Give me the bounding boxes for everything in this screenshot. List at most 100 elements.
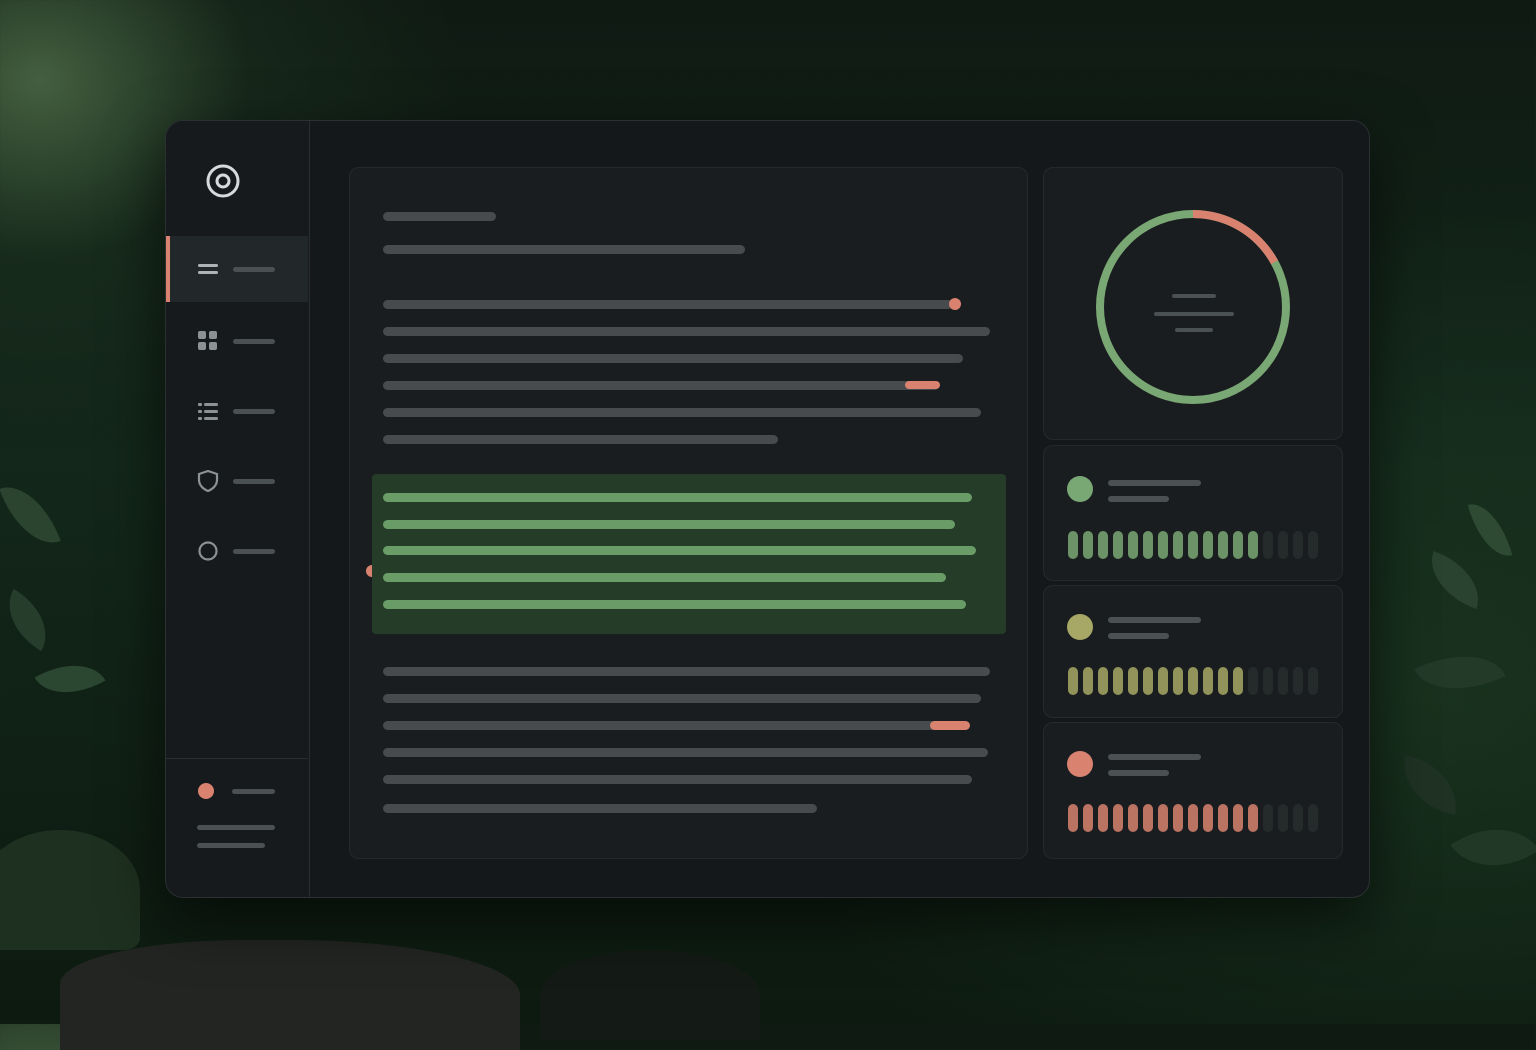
meter-segment-filled bbox=[1143, 667, 1153, 695]
meter-segment-empty bbox=[1278, 667, 1288, 695]
meter-segment-empty bbox=[1308, 667, 1318, 695]
text-line bbox=[383, 804, 817, 813]
sidebar-item-status[interactable] bbox=[166, 518, 308, 584]
meter-segment-filled bbox=[1113, 667, 1123, 695]
meter-segment-filled bbox=[1098, 804, 1108, 832]
stat-indicator bbox=[1067, 614, 1093, 640]
grid-icon bbox=[197, 330, 219, 352]
sidebar-item-document[interactable] bbox=[166, 236, 308, 302]
list-icon bbox=[197, 400, 219, 422]
highlighted-passage[interactable] bbox=[372, 474, 1006, 634]
stat-indicator bbox=[1067, 476, 1093, 502]
stat-card[interactable] bbox=[1043, 445, 1343, 581]
moss-rock bbox=[0, 830, 140, 950]
meter-segment-filled bbox=[1233, 804, 1243, 832]
leaf-decoration bbox=[34, 647, 106, 711]
target-icon[interactable] bbox=[206, 164, 240, 198]
meter-segment-filled bbox=[1143, 804, 1153, 832]
comment-marker[interactable] bbox=[949, 298, 961, 310]
meter-segment-filled bbox=[1128, 531, 1138, 559]
meter-segment-empty bbox=[1278, 804, 1288, 832]
text-line bbox=[383, 667, 990, 676]
app-window bbox=[165, 120, 1370, 898]
meter-segment-empty bbox=[1278, 531, 1288, 559]
sidebar-item-label bbox=[233, 548, 275, 554]
user-detail bbox=[197, 825, 275, 830]
meter-segment-empty bbox=[1293, 667, 1303, 695]
sidebar-item-list[interactable] bbox=[166, 378, 308, 444]
leaf-decoration bbox=[0, 475, 61, 555]
leaf-decoration bbox=[0, 588, 62, 652]
ring-center-line bbox=[1175, 328, 1213, 332]
text-line bbox=[383, 435, 778, 444]
sidebar-item-security[interactable] bbox=[166, 448, 308, 514]
leaf-decoration bbox=[1414, 635, 1506, 710]
text-line bbox=[383, 300, 953, 309]
meter-segment-filled bbox=[1173, 667, 1183, 695]
rock bbox=[540, 950, 760, 1040]
ring-center-line bbox=[1172, 294, 1216, 298]
meter-segment-filled bbox=[1158, 667, 1168, 695]
text-line bbox=[383, 721, 968, 730]
meter-segment-filled bbox=[1218, 531, 1228, 559]
user-detail bbox=[197, 843, 265, 848]
leaf-decoration bbox=[1467, 497, 1513, 563]
sidebar-item-label bbox=[233, 408, 275, 414]
comment-highlight[interactable] bbox=[905, 381, 940, 389]
menu-icon bbox=[197, 258, 219, 280]
meter-segment-filled bbox=[1188, 804, 1198, 832]
meter-segment-filled bbox=[1083, 804, 1093, 832]
meter-segment-filled bbox=[1113, 804, 1123, 832]
meter-segment-empty bbox=[1308, 804, 1318, 832]
meter-segment-filled bbox=[1113, 531, 1123, 559]
meter-segment-filled bbox=[1203, 531, 1213, 559]
meter-segment-filled bbox=[1218, 804, 1228, 832]
stat-card[interactable] bbox=[1043, 585, 1343, 718]
meter-segment-empty bbox=[1248, 667, 1258, 695]
text-line bbox=[383, 408, 981, 417]
meter-segment-filled bbox=[1173, 531, 1183, 559]
leaf-decoration bbox=[1450, 804, 1536, 891]
stat-card[interactable] bbox=[1043, 722, 1343, 859]
stat-sublabel bbox=[1108, 496, 1169, 502]
meter-segment-filled bbox=[1098, 667, 1108, 695]
user-name bbox=[232, 789, 275, 794]
meter-segment-filled bbox=[1233, 667, 1243, 695]
highlighted-line bbox=[383, 600, 966, 609]
comment-highlight[interactable] bbox=[930, 721, 970, 730]
stat-sublabel bbox=[1108, 633, 1169, 639]
highlighted-line bbox=[383, 520, 955, 529]
text-line bbox=[383, 327, 990, 336]
stat-bar-meter bbox=[1068, 804, 1318, 832]
progress-ring-card[interactable] bbox=[1043, 167, 1343, 440]
highlighted-line bbox=[383, 493, 972, 502]
meter-segment-empty bbox=[1293, 531, 1303, 559]
meter-segment-filled bbox=[1143, 531, 1153, 559]
stat-bar-meter bbox=[1068, 667, 1318, 695]
text-line bbox=[383, 354, 963, 363]
meter-segment-empty bbox=[1263, 531, 1273, 559]
document-title bbox=[383, 212, 496, 221]
status-dot bbox=[198, 783, 214, 799]
meter-segment-filled bbox=[1158, 531, 1168, 559]
document-subtitle bbox=[383, 245, 745, 254]
meter-segment-filled bbox=[1218, 667, 1228, 695]
meter-segment-filled bbox=[1203, 667, 1213, 695]
meter-segment-filled bbox=[1128, 804, 1138, 832]
meter-segment-filled bbox=[1158, 804, 1168, 832]
shield-icon bbox=[197, 469, 219, 493]
sidebar-item-label bbox=[233, 266, 275, 272]
stat-label bbox=[1108, 754, 1201, 760]
document-panel bbox=[349, 167, 1028, 859]
highlighted-line bbox=[383, 573, 946, 582]
leaf-decoration bbox=[1419, 550, 1491, 610]
user-status[interactable] bbox=[166, 758, 308, 897]
meter-segment-filled bbox=[1083, 667, 1093, 695]
sidebar-item-label bbox=[233, 338, 275, 344]
meter-segment-filled bbox=[1188, 531, 1198, 559]
text-line bbox=[383, 694, 981, 703]
stat-bar-meter bbox=[1068, 531, 1318, 559]
sidebar-item-dashboard[interactable] bbox=[166, 308, 308, 374]
meter-segment-filled bbox=[1083, 531, 1093, 559]
sidebar bbox=[166, 121, 310, 897]
